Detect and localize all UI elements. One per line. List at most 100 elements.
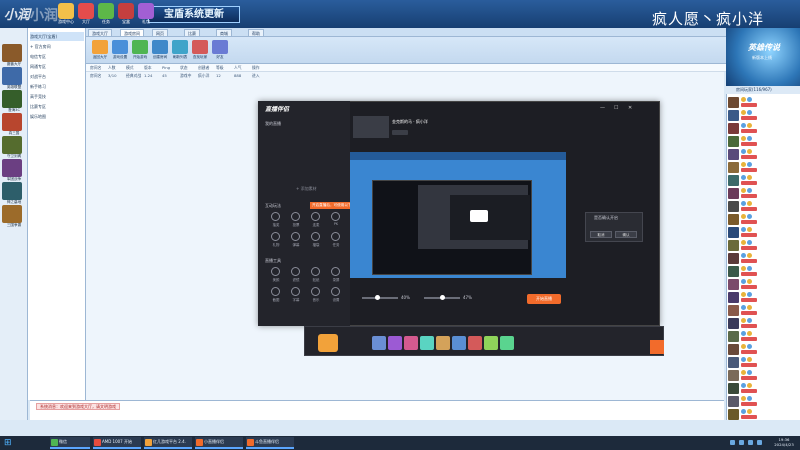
list-item[interactable]: [728, 174, 798, 187]
list-item[interactable]: [728, 278, 798, 291]
toolbar-button[interactable]: [152, 40, 168, 54]
list-item[interactable]: [728, 408, 798, 421]
list-item[interactable]: [728, 135, 798, 148]
interact-tool-icon[interactable]: [311, 212, 320, 221]
hero-icon[interactable]: [420, 336, 434, 350]
top-nav-icon[interactable]: [58, 3, 74, 19]
room-cover[interactable]: [353, 116, 389, 138]
list-item[interactable]: [728, 122, 798, 135]
hero-icon[interactable]: [372, 336, 386, 350]
interact-tool-icon[interactable]: [291, 212, 300, 221]
list-item[interactable]: [728, 187, 798, 200]
list-item[interactable]: [728, 109, 798, 122]
update-banner[interactable]: 宝盾系统更新: [148, 6, 240, 23]
tray-icon[interactable]: [739, 440, 744, 445]
list-item[interactable]: [728, 382, 798, 395]
game-shortcut-icon[interactable]: [2, 44, 22, 62]
list-item[interactable]: [728, 317, 798, 330]
scene-label[interactable]: 我的直播: [265, 121, 281, 127]
list-item[interactable]: [728, 265, 798, 278]
minimize-icon[interactable]: —: [600, 105, 605, 111]
live-tool-icon[interactable]: [331, 287, 340, 296]
tab[interactable]: 网页: [152, 29, 168, 37]
tray-icon[interactable]: [757, 440, 762, 445]
tree-item[interactable]: 比赛专区: [30, 102, 84, 111]
toolbar-button[interactable]: [192, 40, 208, 54]
windows-start-icon[interactable]: ⊞: [4, 438, 14, 448]
tab[interactable]: 商城: [216, 29, 232, 37]
taskbar-clock[interactable]: 19:36 2024/4/23: [770, 437, 798, 447]
top-nav-icon[interactable]: [118, 3, 134, 19]
hero-icon[interactable]: [500, 336, 514, 350]
list-item[interactable]: [728, 213, 798, 226]
tree-item[interactable]: 对战平台: [30, 72, 84, 81]
list-item[interactable]: [728, 96, 798, 109]
tray-icon[interactable]: [748, 440, 753, 445]
tree-item[interactable]: 娱乐地图: [30, 112, 84, 121]
live-tool-icon[interactable]: [291, 267, 300, 276]
hero-icon[interactable]: [404, 336, 418, 350]
table-row[interactable]: 房间名 3/10 经典对战 1.24 45 游戏中 疯小洋 12 888 进入: [86, 72, 726, 79]
interact-tool-icon[interactable]: [311, 232, 320, 241]
tree-item[interactable]: 游戏大厅(宝盾): [30, 32, 84, 41]
hero-icon[interactable]: [468, 336, 482, 350]
tab[interactable]: 游戏大厅: [88, 29, 112, 37]
game-shortcut-icon[interactable]: [2, 67, 22, 85]
list-item[interactable]: [728, 239, 798, 252]
tree-item[interactable]: 高手竞技: [30, 92, 84, 101]
game-shortcut-icon[interactable]: [2, 136, 22, 154]
list-item[interactable]: [728, 291, 798, 304]
maximize-icon[interactable]: ☐: [614, 105, 618, 111]
list-item[interactable]: [728, 343, 798, 356]
interact-tool-icon[interactable]: [331, 232, 340, 241]
list-item[interactable]: [728, 369, 798, 382]
tree-item[interactable]: 新手练习: [30, 82, 84, 91]
top-nav-icon[interactable]: [138, 3, 154, 19]
volume-slider-mic[interactable]: [362, 297, 398, 299]
list-item[interactable]: [728, 252, 798, 265]
list-item[interactable]: [728, 148, 798, 161]
dialog-cancel-button[interactable]: 取消: [590, 231, 612, 238]
interact-tool-icon[interactable]: [291, 232, 300, 241]
tree-item[interactable]: + 官方房间: [30, 42, 84, 51]
top-nav-icon[interactable]: [78, 3, 94, 19]
interact-tool-icon[interactable]: [271, 212, 280, 221]
list-item[interactable]: [728, 356, 798, 369]
list-item[interactable]: [728, 395, 798, 408]
start-live-button[interactable]: 开始直播: [527, 294, 561, 304]
game-shortcut-icon[interactable]: [2, 159, 22, 177]
end-button[interactable]: [650, 340, 664, 354]
toolbar-button[interactable]: [172, 40, 188, 54]
interact-tool-icon[interactable]: [271, 232, 280, 241]
volume-knob-system[interactable]: [440, 295, 445, 300]
chat-box[interactable]: [30, 400, 724, 420]
live-tool-icon[interactable]: [311, 267, 320, 276]
hero-icon[interactable]: [436, 336, 450, 350]
add-source-button[interactable]: + 添加素材: [296, 186, 317, 192]
live-tool-icon[interactable]: [271, 287, 280, 296]
list-item[interactable]: [728, 200, 798, 213]
top-nav-icon[interactable]: [98, 3, 114, 19]
window-controls[interactable]: — ☐ ✕: [600, 105, 650, 111]
game-shortcut-icon[interactable]: [2, 205, 22, 223]
toolbar-button[interactable]: [112, 40, 128, 54]
tree-item[interactable]: 网通专区: [30, 62, 84, 71]
tree-item[interactable]: 电信专区: [30, 52, 84, 61]
list-item[interactable]: [728, 161, 798, 174]
game-shortcut-icon[interactable]: [2, 182, 22, 200]
toolbar-button[interactable]: [92, 40, 108, 54]
game-shortcut-icon[interactable]: [2, 113, 22, 131]
app-icon[interactable]: [318, 334, 338, 352]
game-shortcut-icon[interactable]: [2, 90, 22, 108]
hero-icon[interactable]: [484, 336, 498, 350]
toolbar-button[interactable]: [212, 40, 228, 54]
tab[interactable]: 比赛: [184, 29, 200, 37]
list-item[interactable]: [728, 226, 798, 239]
interact-tool-icon[interactable]: [331, 212, 340, 221]
live-tool-icon[interactable]: [311, 287, 320, 296]
hero-icon[interactable]: [388, 336, 402, 350]
live-tool-icon[interactable]: [291, 287, 300, 296]
volume-knob-mic[interactable]: [375, 295, 380, 300]
close-icon[interactable]: ✕: [628, 105, 632, 111]
tab[interactable]: 帮助: [248, 29, 264, 37]
